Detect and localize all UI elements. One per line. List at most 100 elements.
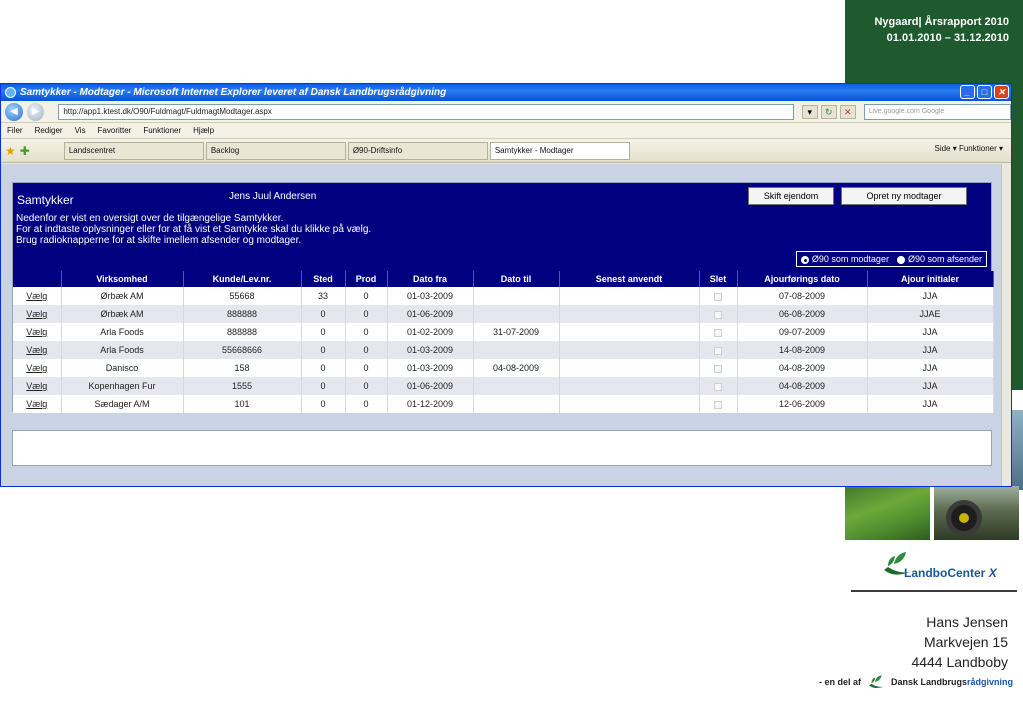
- col-place[interactable]: Sted: [301, 271, 346, 287]
- cell-initials: JJA: [867, 359, 994, 377]
- menu-favorites[interactable]: Favoritter: [98, 126, 132, 135]
- table-row: Vælg Danisco 158 0 0 01-03-2009 04-08-20…: [13, 359, 994, 377]
- cell-date-from: 01-06-2009: [387, 377, 474, 395]
- table-row: Vælg Ørbæk AM 888888 0 0 01-06-2009 06-0…: [13, 305, 994, 323]
- table-row: Vælg Ørbæk AM 55668 33 0 01-03-2009 07-0…: [13, 287, 994, 305]
- select-link[interactable]: Vælg: [13, 377, 62, 395]
- landbocenter-logo: LandboCenter X: [880, 550, 1010, 584]
- search-input[interactable]: Live.google.com Google: [863, 103, 1011, 120]
- menu-help[interactable]: Hjælp: [193, 126, 214, 135]
- stop-icon[interactable]: ✕: [839, 104, 856, 119]
- minimize-button[interactable]: _: [960, 85, 975, 99]
- page-content: Samtykker Jens Juul Andersen Skift ejend…: [1, 164, 1011, 486]
- select-link[interactable]: Vælg: [13, 287, 62, 305]
- back-button[interactable]: ◀: [5, 102, 23, 121]
- cell-customer: 55668666: [183, 341, 302, 359]
- footer-prefix: - en del af: [818, 677, 861, 687]
- select-link[interactable]: Vælg: [13, 323, 62, 341]
- cell-customer: 888888: [183, 305, 302, 323]
- radio-sender-icon[interactable]: [896, 255, 905, 264]
- select-link[interactable]: Vælg: [13, 341, 62, 359]
- footer-brand-main: Dansk Landbrugs: [890, 677, 967, 687]
- page-title: Samtykker: [17, 193, 74, 207]
- cell-initials: JJA: [867, 341, 994, 359]
- col-date-to[interactable]: Dato til: [473, 271, 560, 287]
- cell-prod: 0: [345, 305, 388, 323]
- select-link[interactable]: Vælg: [13, 305, 62, 323]
- cell-updated: 07-08-2009: [737, 287, 868, 305]
- radio-sender[interactable]: Ø90 som afsender: [896, 254, 982, 264]
- cell-updated: 06-08-2009: [737, 305, 868, 323]
- cell-initials: JJA: [867, 395, 994, 413]
- report-period: 01.01.2010 – 31.12.2010: [886, 32, 1009, 44]
- user-name: Jens Juul Andersen: [229, 191, 317, 202]
- close-button[interactable]: ✕: [994, 85, 1009, 99]
- logo-text: LandboCenter: [904, 566, 986, 580]
- cell-prod: 0: [345, 377, 388, 395]
- table-row: Vælg Sædager A/M 101 0 0 01-12-2009 12-0…: [13, 395, 994, 413]
- menu-edit[interactable]: Rediger: [35, 126, 63, 135]
- tab-landscentret[interactable]: Landscentret: [63, 141, 204, 160]
- url-input[interactable]: http://app1.ktest.dk/O90/Fuldmagt/Fuldma…: [58, 103, 794, 120]
- add-favorite-icon[interactable]: ✚: [20, 144, 30, 158]
- change-property-button[interactable]: Skift ejendom: [748, 187, 834, 205]
- cell-company: Danisco: [61, 359, 184, 377]
- cell-date-to: 04-08-2009: [473, 359, 560, 377]
- menu-tools[interactable]: Funktioner: [143, 126, 181, 135]
- delete-checkbox[interactable]: [714, 382, 722, 391]
- col-company[interactable]: Virksomhed: [61, 271, 184, 287]
- cell-updated: 14-08-2009: [737, 341, 868, 359]
- col-prod[interactable]: Prod: [345, 271, 388, 287]
- delete-checkbox[interactable]: [714, 364, 722, 373]
- col-customer[interactable]: Kunde/Lev.nr.: [183, 271, 302, 287]
- cell-company: Kopenhagen Fur: [61, 377, 184, 395]
- cell-place: 0: [301, 359, 346, 377]
- cell-date-to: [473, 287, 560, 305]
- toolbar-tools[interactable]: Side ▾ Funktioner ▾: [934, 144, 1003, 153]
- col-last-used[interactable]: Senest anvendt: [559, 271, 700, 287]
- forward-button[interactable]: ▶: [26, 102, 45, 121]
- favorites-star-icon[interactable]: ★: [5, 144, 16, 158]
- tractor-photo: [934, 486, 1019, 540]
- window-title: Samtykker - Modtager - Microsoft Interne…: [20, 87, 447, 98]
- cell-initials: JJA: [867, 377, 994, 395]
- cell-date-to: [473, 305, 560, 323]
- delete-checkbox[interactable]: [714, 328, 722, 337]
- delete-checkbox[interactable]: [714, 346, 722, 355]
- address-bar: ◀ ▶ http://app1.ktest.dk/O90/Fuldmagt/Fu…: [1, 101, 1011, 123]
- cell-delete: [699, 323, 738, 341]
- col-updated[interactable]: Ajourførings dato: [737, 271, 868, 287]
- menu-file[interactable]: Filer: [7, 126, 23, 135]
- menu-view[interactable]: Vis: [75, 126, 86, 135]
- cell-company: Arla Foods: [61, 341, 184, 359]
- cell-date-to: [473, 377, 560, 395]
- address-block: Hans Jensen Markvejen 15 4444 Landboby: [911, 612, 1008, 672]
- dropdown-arrow-icon[interactable]: ▾: [801, 104, 818, 119]
- delete-checkbox[interactable]: [714, 400, 722, 409]
- new-receiver-button[interactable]: Opret ny modtager: [841, 187, 967, 205]
- cell-prod: 0: [345, 395, 388, 413]
- cell-last-used: [559, 323, 700, 341]
- report-header: Nygaard| Årsrapport 2010 01.01.2010 – 31…: [874, 14, 1009, 46]
- tab-backlog[interactable]: Backlog: [205, 141, 346, 160]
- cell-date-from: 01-02-2009: [387, 323, 474, 341]
- col-delete[interactable]: Slet: [699, 271, 738, 287]
- delete-checkbox[interactable]: [714, 292, 722, 301]
- vertical-scrollbar[interactable]: [1001, 164, 1011, 486]
- select-link[interactable]: Vælg: [13, 395, 62, 413]
- col-date-from[interactable]: Dato fra: [387, 271, 474, 287]
- side-photo-strip: [1012, 410, 1023, 490]
- select-link[interactable]: Vælg: [13, 359, 62, 377]
- maximize-button[interactable]: □: [977, 85, 992, 99]
- radio-receiver-icon[interactable]: [800, 255, 809, 264]
- cell-last-used: [559, 359, 700, 377]
- footer-brand-accent: rådgivning: [966, 677, 1013, 687]
- tab-samtykker[interactable]: Samtykker - Modtager: [489, 141, 630, 160]
- cell-delete: [699, 305, 738, 323]
- delete-checkbox[interactable]: [714, 310, 722, 319]
- radio-receiver[interactable]: Ø90 som modtager: [800, 254, 889, 264]
- refresh-icon[interactable]: ↻: [820, 104, 837, 119]
- tab-driftsinfo[interactable]: Ø90-Driftsinfo: [347, 141, 488, 160]
- table-row: Vælg Arla Foods 888888 0 0 01-02-2009 31…: [13, 323, 994, 341]
- col-initials[interactable]: Ajour initialer: [867, 271, 994, 287]
